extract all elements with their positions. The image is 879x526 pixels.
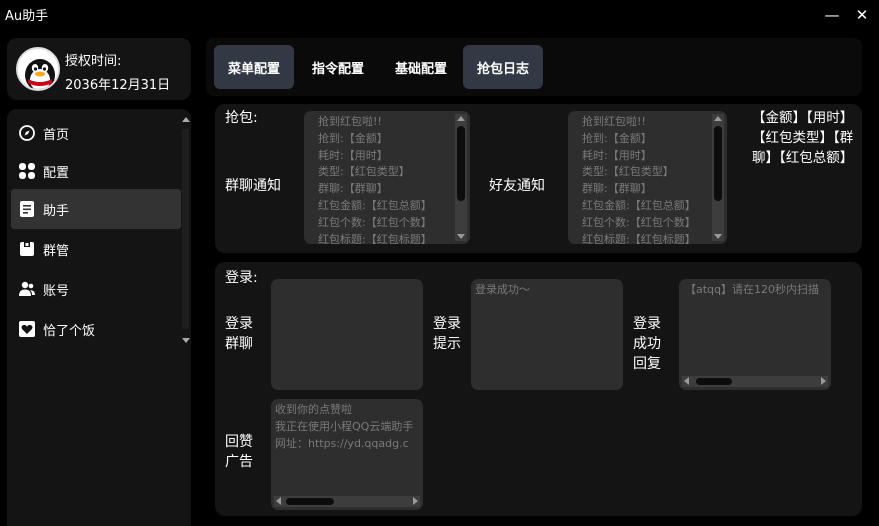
like-ad-textarea[interactable]: 收到你的点赞啦 我正在使用小程QQ云端助手 网址：https://yd.qqad…	[271, 399, 423, 510]
tab-bar: 菜单配置 指令配置 基础配置 抢包日志	[206, 38, 862, 96]
sidebar-item-label: 助手	[43, 203, 70, 219]
sidebar-item-label: 恰了个饭	[43, 323, 96, 339]
scroll-down-icon[interactable]	[182, 338, 190, 343]
heart-icon	[18, 320, 36, 338]
section-title: 抢包:	[225, 110, 258, 126]
like-ad-label: 回赞 广告	[225, 434, 253, 470]
horizontal-scrollbar[interactable]	[682, 376, 828, 387]
login-section: 登录: 登录 群聊 登录 提示 登录成功～ 登录 成功 回复 【atqq】请在1…	[215, 262, 862, 516]
scroll-down-icon[interactable]	[457, 234, 465, 239]
tab-basic-config[interactable]: 基础配置	[381, 45, 461, 89]
scroll-up-icon[interactable]	[714, 116, 722, 121]
sidebar-item-donate[interactable]: 恰了个饭	[11, 309, 181, 349]
app-title: Au助手	[5, 9, 49, 24]
login-group-textarea[interactable]	[271, 279, 423, 390]
sidebar-item-group-manage[interactable]: 群管	[11, 229, 181, 269]
minimize-button[interactable]: —	[820, 3, 844, 27]
vertical-scrollbar[interactable]	[455, 114, 467, 241]
tab-command-config[interactable]: 指令配置	[298, 45, 378, 89]
sidebar-item-config[interactable]: 配置	[11, 151, 181, 191]
folder-icon	[18, 240, 36, 258]
scroll-thumb[interactable]	[286, 498, 334, 505]
qq-penguin-icon	[16, 47, 60, 91]
auth-time-value: 2036年12月31日	[65, 78, 171, 93]
close-button[interactable]: ✕	[850, 3, 874, 27]
scroll-left-icon[interactable]	[684, 377, 689, 385]
scroll-up-icon[interactable]	[457, 116, 465, 121]
profile-card: 授权时间: 2036年12月31日	[7, 38, 191, 100]
horizontal-scrollbar[interactable]	[274, 496, 420, 507]
sidebar-item-label: 配置	[43, 165, 70, 181]
login-reply-textarea[interactable]: 【atqq】请在120秒内扫描	[679, 279, 831, 390]
group-notify-label: 群聊通知	[225, 178, 281, 194]
tab-menu-config[interactable]: 菜单配置	[214, 45, 294, 89]
sidebar-item-account[interactable]: 账号	[11, 269, 181, 309]
tab-rob-log[interactable]: 抢包日志	[463, 45, 543, 89]
login-prompt-label: 登录 提示	[433, 316, 461, 352]
users-icon	[18, 280, 36, 298]
scroll-thumb[interactable]	[696, 378, 732, 385]
compass-icon	[18, 124, 36, 142]
scroll-thumb[interactable]	[457, 126, 465, 201]
vertical-scrollbar[interactable]	[712, 114, 724, 241]
title-bar: Au助手 — ✕	[0, 0, 879, 30]
friend-notify-label: 好友通知	[489, 178, 545, 194]
sidebar-item-home[interactable]: 首页	[11, 113, 181, 153]
scroll-left-icon[interactable]	[276, 497, 281, 505]
document-icon	[18, 200, 36, 218]
rob-packet-section: 抢包: 群聊通知 抢到红包啦!! 抢到:【金额】 耗时:【用时】 类型:【红包类…	[215, 104, 862, 253]
friend-notify-textarea[interactable]: 抢到红包啦!! 抢到:【金额】 耗时:【用时】 类型:【红包类型】 群聊:【群聊…	[568, 111, 727, 244]
variables-hint: 【金额】【用时】【红包类型】【群聊】【红包总额】	[752, 110, 854, 166]
login-group-label: 登录 群聊	[225, 316, 253, 352]
sidebar-scrollbar[interactable]	[181, 115, 191, 345]
group-notify-textarea[interactable]: 抢到红包啦!! 抢到:【金额】 耗时:【用时】 类型:【红包类型】 群聊:【群聊…	[304, 111, 470, 244]
grid-icon	[18, 162, 36, 180]
scroll-up-icon[interactable]	[182, 117, 190, 122]
auth-time-label: 授权时间:	[65, 54, 122, 69]
scroll-thumb[interactable]	[714, 126, 722, 201]
scroll-down-icon[interactable]	[714, 234, 722, 239]
login-reply-label: 登录 成功 回复	[633, 316, 661, 372]
section-title: 登录:	[225, 270, 258, 286]
scroll-right-icon[interactable]	[821, 377, 826, 385]
login-prompt-textarea[interactable]: 登录成功～	[471, 279, 623, 390]
sidebar-item-label: 账号	[43, 283, 70, 299]
sidebar-item-label: 群管	[43, 243, 70, 259]
scroll-right-icon[interactable]	[413, 497, 418, 505]
scroll-track[interactable]	[182, 129, 189, 329]
sidebar: 首页 配置 助手 群管 账号 恰了个饭	[7, 109, 191, 526]
sidebar-item-assistant[interactable]: 助手	[11, 189, 181, 229]
sidebar-item-label: 首页	[43, 127, 70, 143]
